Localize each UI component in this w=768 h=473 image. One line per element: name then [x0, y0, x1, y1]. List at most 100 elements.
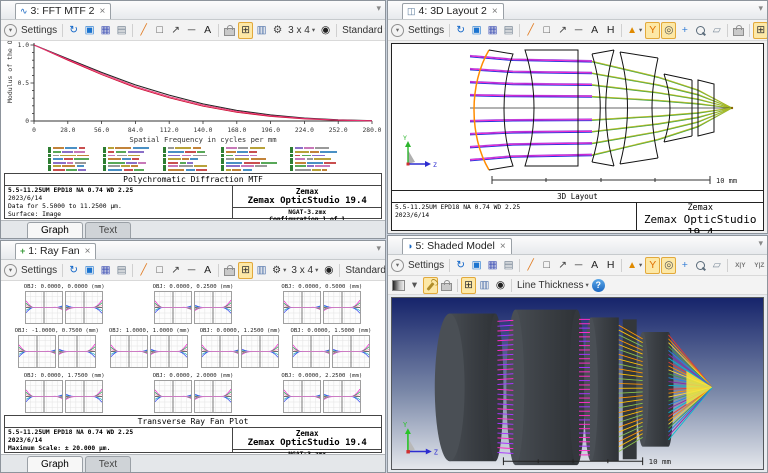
- viewpoint-dropdown[interactable]: ▲▾: [625, 260, 644, 271]
- close-icon[interactable]: ×: [100, 6, 106, 17]
- copy-icon[interactable]: ▣: [469, 22, 484, 39]
- tab-shaded-model[interactable]: ◑ 5: Shaded Model ×: [402, 238, 512, 254]
- print-icon[interactable]: ▤: [114, 262, 129, 279]
- save-icon[interactable]: ▦: [485, 22, 500, 39]
- save-icon[interactable]: ▦: [485, 257, 500, 274]
- refresh-icon[interactable]: ↻: [453, 22, 468, 39]
- save-icon[interactable]: ▦: [98, 262, 113, 279]
- print-icon[interactable]: ▤: [114, 22, 129, 39]
- gradient-icon[interactable]: [391, 277, 406, 294]
- grid-layout-dropdown[interactable]: 3 x 4▾: [289, 265, 320, 276]
- windows-icon[interactable]: ▥: [477, 277, 492, 294]
- close-icon[interactable]: ×: [85, 246, 91, 257]
- orbit-icon[interactable]: ◎: [661, 257, 676, 274]
- pan-icon[interactable]: +: [677, 22, 692, 39]
- draw-arrow-icon[interactable]: ↗: [555, 257, 570, 274]
- standard-dropdown[interactable]: Standard▾: [340, 25, 385, 36]
- gear-dropdown[interactable]: ⚙▾: [270, 265, 288, 276]
- axes-3d-icon[interactable]: Y: [645, 257, 660, 274]
- draw-text-icon[interactable]: A: [587, 22, 602, 39]
- copy-icon[interactable]: ▣: [82, 22, 97, 39]
- axes-3d-icon[interactable]: Y: [645, 22, 660, 39]
- lock-icon[interactable]: [222, 262, 237, 279]
- copy-icon[interactable]: ▣: [469, 257, 484, 274]
- text-tab[interactable]: Text: [85, 222, 131, 238]
- copy-icon[interactable]: ▣: [82, 262, 97, 279]
- draw-rectangle-icon[interactable]: □: [152, 22, 167, 39]
- flip-horizontal-icon[interactable]: H: [603, 257, 618, 274]
- flip-horizontal-icon[interactable]: H: [603, 22, 618, 39]
- draw-dash-icon[interactable]: ─: [184, 22, 199, 39]
- settings-button[interactable]: Settings: [406, 260, 446, 271]
- update-all-icon[interactable]: ◉: [493, 277, 508, 294]
- lock-icon[interactable]: [731, 22, 746, 39]
- pan-icon[interactable]: +: [677, 257, 692, 274]
- pin-icon[interactable]: ▾: [758, 238, 763, 249]
- pin-icon[interactable]: ▾: [376, 243, 381, 254]
- draw-dash-icon[interactable]: ─: [184, 262, 199, 279]
- print-icon[interactable]: ▤: [501, 22, 516, 39]
- draw-text-icon[interactable]: A: [200, 262, 215, 279]
- draw-line-icon[interactable]: ╱: [136, 22, 151, 39]
- zoom-icon[interactable]: [693, 22, 708, 39]
- graph-tab[interactable]: Graph: [27, 456, 83, 472]
- tab-fft-mtf[interactable]: ∿ 3: FFT MTF 2 ×: [15, 3, 111, 19]
- tab-3d-layout[interactable]: ◫ 4: 3D Layout 2 ×: [402, 3, 504, 19]
- split-window-icon[interactable]: ⊞: [238, 22, 253, 39]
- save-icon[interactable]: ▦: [98, 22, 113, 39]
- update-all-icon[interactable]: ◉: [321, 262, 336, 279]
- settings-button[interactable]: Settings: [19, 265, 59, 276]
- plane-xy-button[interactable]: X|Y: [731, 257, 749, 274]
- wrench-icon[interactable]: [423, 277, 438, 294]
- pin-icon[interactable]: ▾: [376, 3, 381, 14]
- draw-text-icon[interactable]: A: [587, 257, 602, 274]
- grid-layout-dropdown[interactable]: 3 x 4▾: [286, 25, 317, 36]
- draw-rectangle-icon[interactable]: □: [152, 262, 167, 279]
- viewpoint-dropdown[interactable]: ▲▾: [625, 25, 644, 36]
- refresh-icon[interactable]: ↻: [66, 22, 81, 39]
- lock-icon[interactable]: [439, 277, 454, 294]
- settings-button[interactable]: Settings: [406, 25, 446, 36]
- tab-ray-fan[interactable]: + 1: Ray Fan ×: [15, 243, 96, 259]
- draw-line-icon[interactable]: ╱: [523, 257, 538, 274]
- line-thickness-dropdown[interactable]: Line Thickness▾: [515, 280, 591, 291]
- print-icon[interactable]: ▤: [501, 257, 516, 274]
- draw-dash-icon[interactable]: ─: [571, 257, 586, 274]
- lock-icon[interactable]: [222, 22, 237, 39]
- draw-dash-icon[interactable]: ─: [571, 22, 586, 39]
- zoom-icon[interactable]: [693, 257, 708, 274]
- help-icon[interactable]: ?: [592, 279, 605, 292]
- standard-dropdown[interactable]: Standard▾: [343, 265, 385, 276]
- settings-caret-icon[interactable]: ▾: [4, 264, 17, 277]
- settings-caret-icon[interactable]: ▾: [391, 24, 404, 37]
- windows-icon[interactable]: ▥: [254, 22, 269, 39]
- windows-icon[interactable]: ▥: [254, 262, 269, 279]
- snapshot-icon[interactable]: ▱: [709, 22, 724, 39]
- close-icon[interactable]: ×: [500, 241, 506, 252]
- settings-caret-icon[interactable]: ▾: [391, 259, 404, 272]
- draw-rectangle-icon[interactable]: □: [539, 22, 554, 39]
- text-tab[interactable]: Text: [85, 456, 131, 472]
- refresh-icon[interactable]: ↻: [453, 257, 468, 274]
- draw-text-icon[interactable]: A: [200, 22, 215, 39]
- settings-caret-icon[interactable]: ▾: [4, 24, 17, 37]
- update-all-icon[interactable]: ◉: [318, 22, 333, 39]
- pin-icon[interactable]: ▾: [758, 3, 763, 14]
- split-window-icon[interactable]: ⊞: [461, 277, 476, 294]
- draw-arrow-icon[interactable]: ↗: [168, 262, 183, 279]
- snapshot-icon[interactable]: ▱: [709, 257, 724, 274]
- gradient-caret-icon[interactable]: ▾: [407, 277, 422, 294]
- draw-arrow-icon[interactable]: ↗: [555, 22, 570, 39]
- graph-tab[interactable]: Graph: [27, 222, 83, 238]
- split-window-icon[interactable]: ⊞: [753, 22, 767, 39]
- draw-line-icon[interactable]: ╱: [523, 22, 538, 39]
- split-window-icon[interactable]: ⊞: [238, 262, 253, 279]
- draw-line-icon[interactable]: ╱: [136, 262, 151, 279]
- refresh-icon[interactable]: ↻: [66, 262, 81, 279]
- draw-rectangle-icon[interactable]: □: [539, 257, 554, 274]
- gear-icon[interactable]: ⚙: [270, 22, 285, 39]
- close-icon[interactable]: ×: [492, 6, 498, 17]
- settings-button[interactable]: Settings: [19, 25, 59, 36]
- plane-yz-button[interactable]: Y|Z: [750, 257, 767, 274]
- orbit-icon[interactable]: ◎: [661, 22, 676, 39]
